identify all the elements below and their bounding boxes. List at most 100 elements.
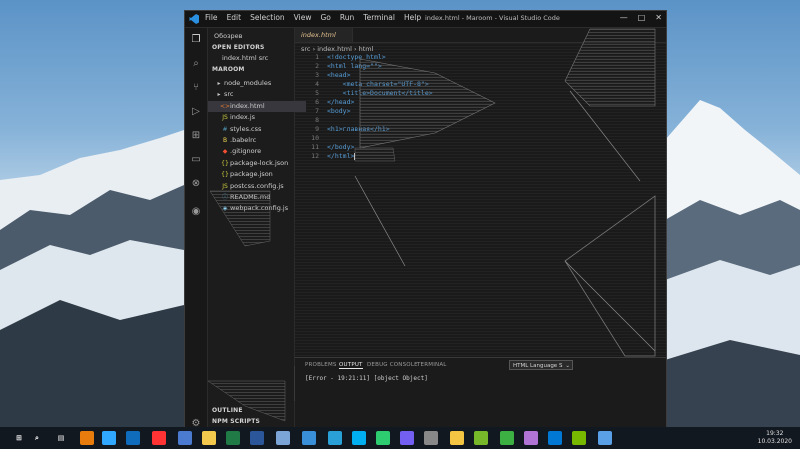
line-number: 2 xyxy=(315,62,319,70)
image-viewer-icon[interactable] xyxy=(302,431,316,445)
git-graph-icon[interactable]: ⊗ xyxy=(190,178,202,190)
menu-go[interactable]: Go xyxy=(320,13,330,22)
menu-edit[interactable]: Edit xyxy=(227,13,242,22)
code-line-text: <h1>главная</h1> xyxy=(327,125,390,133)
line-number: 10 xyxy=(311,134,319,142)
tree-item[interactable]: ▸ src xyxy=(208,89,300,100)
tree-item[interactable]: B .babelrc xyxy=(208,135,306,146)
sidebar-title: Обозрев xyxy=(214,32,243,40)
tab-debug-console[interactable]: DEBUG CONSOLE xyxy=(367,362,418,368)
breadcrumb-src[interactable]: src xyxy=(301,45,311,53)
tree-item[interactable]: JS index.js xyxy=(208,112,306,123)
window-title: index.html - Maroom - Visual Studio Code xyxy=(425,14,560,22)
source-control-icon[interactable]: ⑂ xyxy=(190,82,202,94)
json-icon: {} xyxy=(221,171,229,179)
project-header[interactable]: MAROOM xyxy=(212,66,245,73)
code-line-text: </html> xyxy=(327,152,355,160)
green-app-icon[interactable] xyxy=(500,431,514,445)
tree-item[interactable]: # styles.css xyxy=(208,124,306,135)
outlook-icon[interactable] xyxy=(126,431,140,445)
tree-item[interactable]: ◈ webpack.config.js xyxy=(208,203,306,214)
menu-selection[interactable]: Selection xyxy=(250,13,285,22)
photoshop-icon[interactable] xyxy=(102,431,116,445)
menu-help[interactable]: Help xyxy=(404,13,421,22)
breadcrumb-file[interactable]: index.html xyxy=(317,45,352,53)
tree-item-label: src xyxy=(224,90,234,99)
blender-icon[interactable] xyxy=(80,431,94,445)
line-number: 8 xyxy=(315,116,319,124)
breadcrumb-html[interactable]: html xyxy=(359,45,374,53)
menu-run[interactable]: Run xyxy=(340,13,354,22)
word-icon[interactable] xyxy=(250,431,264,445)
tree-item[interactable]: ▸ node_modules xyxy=(208,78,300,89)
light-app-icon[interactable] xyxy=(598,431,612,445)
file-explorer-icon[interactable] xyxy=(202,431,216,445)
task-view-icon[interactable]: ▤ xyxy=(54,431,68,445)
telegram-icon[interactable] xyxy=(328,431,342,445)
calculator-icon[interactable] xyxy=(424,431,438,445)
explorer-icon[interactable]: ❐ xyxy=(190,34,202,46)
maximize-button[interactable]: □ xyxy=(638,13,646,22)
tab-problems[interactable]: PROBLEMS xyxy=(305,362,337,368)
purple-app-icon[interactable] xyxy=(524,431,538,445)
tree-item[interactable]: <>index.html xyxy=(208,100,306,112)
js-icon: JS xyxy=(222,114,228,122)
code-line: </html> xyxy=(327,152,356,160)
code-line-text: </body> xyxy=(327,143,355,151)
start-icon[interactable]: ⊞ xyxy=(12,431,26,445)
viber-icon[interactable] xyxy=(400,431,414,445)
html-icon: <> xyxy=(220,102,231,110)
tree-item[interactable]: ◆ .gitignore xyxy=(208,146,306,157)
utorrent-icon[interactable] xyxy=(474,431,488,445)
minimize-button[interactable]: — xyxy=(620,13,628,22)
yandex-browser-icon[interactable] xyxy=(152,431,166,445)
open-editors-header[interactable]: OPEN EDITORS xyxy=(212,44,265,51)
floppy-icon[interactable] xyxy=(178,431,192,445)
notes-icon[interactable] xyxy=(450,431,464,445)
menu-file[interactable]: File xyxy=(205,13,218,22)
skype-icon[interactable] xyxy=(352,431,366,445)
code-line-text: <title>Document</title> xyxy=(327,89,433,97)
tab-index-html[interactable]: index.html xyxy=(295,28,353,42)
css-icon: # xyxy=(222,125,228,133)
tree-item[interactable]: JS postcss.config.js xyxy=(208,181,306,192)
line-number: 6 xyxy=(315,98,319,106)
menu-view[interactable]: View xyxy=(294,13,312,22)
tree-item[interactable]: ⓘ README.md xyxy=(208,192,306,203)
search-icon[interactable]: ⌕ xyxy=(30,431,44,445)
live-share-icon[interactable]: ◉ xyxy=(190,206,202,218)
remote-icon[interactable]: ▭ xyxy=(190,154,202,166)
webpack-icon: ◈ xyxy=(222,205,228,213)
line-number: 3 xyxy=(315,71,319,79)
tree-item[interactable]: {}package.json xyxy=(208,169,306,180)
line-number: 4 xyxy=(315,80,319,88)
run-debug-icon[interactable]: ▷ xyxy=(190,106,202,118)
app-window-icon[interactable] xyxy=(276,431,290,445)
code-line-text: <html lang=""> xyxy=(327,62,382,70)
code-line: <h1>главная</h1> xyxy=(327,125,390,133)
system-clock[interactable]: 19:32 10.03.2020 xyxy=(758,430,792,446)
menu-terminal[interactable]: Terminal xyxy=(363,13,395,22)
outline-header[interactable]: OUTLINE xyxy=(212,407,243,414)
npm-scripts-header[interactable]: NPM SCRIPTS xyxy=(212,418,260,425)
git-icon: ◆ xyxy=(222,148,228,156)
vscode-window: File Edit Selection View Go Run Terminal… xyxy=(184,10,667,429)
search-icon[interactable]: ⌕ xyxy=(190,58,202,70)
tree-item-label: .gitignore xyxy=(230,147,262,156)
tab-terminal[interactable]: TERMINAL xyxy=(417,362,447,368)
extensions-icon[interactable]: ⊞ xyxy=(190,130,202,142)
text-cursor xyxy=(354,152,356,160)
open-editor-item[interactable]: index.html src xyxy=(208,53,308,64)
tab-output[interactable]: OUTPUT xyxy=(339,362,363,369)
tree-item[interactable]: {}package-lock.json xyxy=(208,158,306,169)
nvidia-icon[interactable] xyxy=(572,431,586,445)
close-button[interactable]: ✕ xyxy=(655,13,662,22)
chat-icon[interactable] xyxy=(376,431,390,445)
vscode-icon[interactable] xyxy=(548,431,562,445)
tab-label: index.html xyxy=(301,31,336,39)
tree-item-label: webpack.config.js xyxy=(230,204,289,213)
excel-icon[interactable] xyxy=(226,431,240,445)
output-channel-select[interactable]: HTML Language S ⌄ xyxy=(509,360,573,370)
windows-taskbar: ⊞ ⌕ ▤ 19:32 10.03.2020 xyxy=(0,427,800,449)
tree-item-label: styles.css xyxy=(230,124,262,133)
